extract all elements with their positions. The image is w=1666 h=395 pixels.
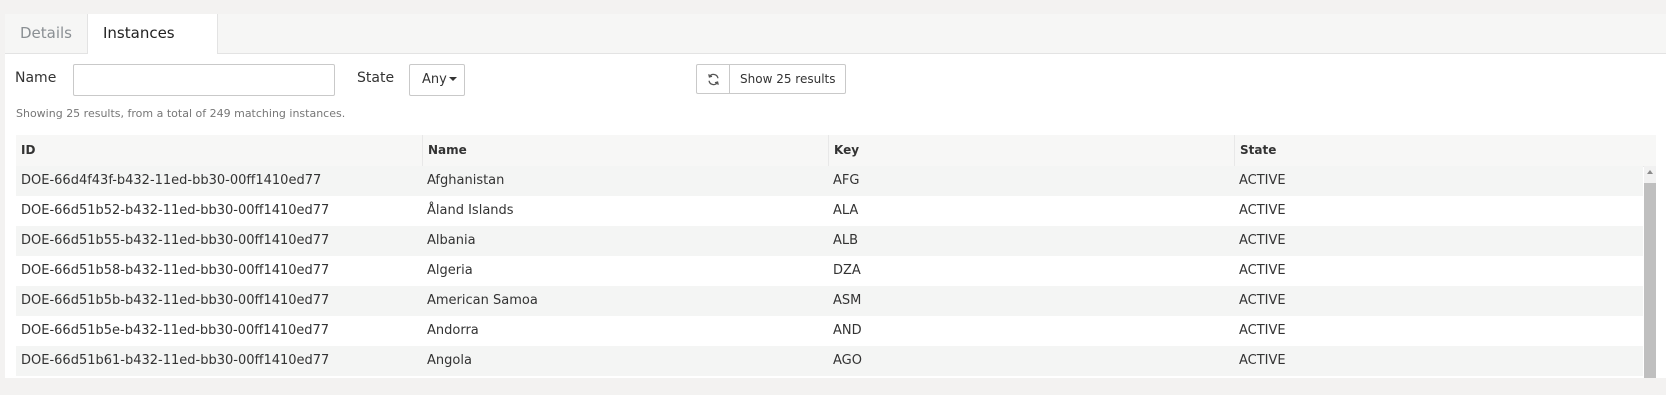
row-id-cell: DOE-66d51b55-b432-11ed-bb30-00ff1410ed77 [21,233,330,248]
row-key-cell: ALA [833,203,859,218]
name-filter-input[interactable] [73,64,335,96]
table-scrollbar[interactable] [1644,166,1656,378]
row-key-cell: AFG [833,173,860,188]
tab-instances-label: Instances [103,24,175,42]
row-id-cell: DOE-66d51b5e-b432-11ed-bb30-00ff1410ed77 [21,323,330,338]
row-key-cell: AGO [833,353,862,368]
scroll-up-arrow-icon[interactable] [1647,170,1653,174]
table-row[interactable]: DOE-66d51b55-b432-11ed-bb30-00ff1410ed77… [16,226,1643,256]
row-state-cell: ACTIVE [1239,323,1286,338]
table-row[interactable]: DOE-66d51b5b-b432-11ed-bb30-00ff1410ed77… [16,286,1643,316]
table-row[interactable]: DOE-66d51b58-b432-11ed-bb30-00ff1410ed77… [16,256,1643,286]
row-key-cell: DZA [833,263,861,278]
state-filter-select[interactable]: Any [409,64,465,96]
results-summary: Showing 25 results, from a total of 249 … [16,107,346,120]
show-results-button[interactable]: Show 25 results [730,64,847,94]
row-state-cell: ACTIVE [1239,353,1286,368]
row-id-cell: DOE-66d51b5b-b432-11ed-bb30-00ff1410ed77 [21,293,330,308]
results-button-group: Show 25 results [696,64,847,94]
row-name-cell: Åland Islands [427,203,514,218]
scrollbar-thumb[interactable] [1644,183,1656,378]
row-key-cell: ASM [833,293,862,308]
table-row[interactable]: DOE-66d51b61-b432-11ed-bb30-00ff1410ed77… [16,346,1643,376]
tab-bar: Details Instances249 [5,14,1666,80]
name-filter-label: Name [15,70,57,86]
row-key-cell: AND [833,323,862,338]
column-header-name[interactable]: Name [422,135,828,166]
tab-details-label: Details [20,24,73,42]
row-name-cell: Andorra [427,323,479,338]
column-header-id[interactable]: ID [16,135,422,166]
table-header: ID Name Key State [16,135,1656,167]
refresh-icon [707,73,719,85]
state-filter-value: Any [422,72,447,87]
row-name-cell: Algeria [427,263,473,278]
row-name-cell: Angola [427,353,472,368]
row-name-cell: American Samoa [427,293,538,308]
row-id-cell: DOE-66d51b52-b432-11ed-bb30-00ff1410ed77 [21,203,330,218]
tab-instances[interactable]: Instances249 [87,14,218,80]
column-header-key[interactable]: Key [828,135,1234,166]
row-name-cell: Albania [427,233,476,248]
table-row[interactable]: DOE-66d51b5e-b432-11ed-bb30-00ff1410ed77… [16,316,1643,346]
state-filter-label: State [357,70,395,86]
refresh-button[interactable] [696,64,730,94]
instances-panel: Details Instances249 Name State Any Show… [5,14,1666,378]
row-id-cell: DOE-66d4f43f-b432-11ed-bb30-00ff1410ed77 [21,173,322,188]
row-id-cell: DOE-66d51b58-b432-11ed-bb30-00ff1410ed77 [21,263,330,278]
row-state-cell: ACTIVE [1239,233,1286,248]
tab-details[interactable]: Details [5,14,87,53]
table-row[interactable]: DOE-66d51b52-b432-11ed-bb30-00ff1410ed77… [16,196,1643,226]
row-name-cell: Afghanistan [427,173,505,188]
row-state-cell: ACTIVE [1239,173,1286,188]
row-id-cell: DOE-66d51b61-b432-11ed-bb30-00ff1410ed77 [21,353,330,368]
row-state-cell: ACTIVE [1239,203,1286,218]
row-state-cell: ACTIVE [1239,263,1286,278]
row-state-cell: ACTIVE [1239,293,1286,308]
caret-down-icon [448,77,457,81]
table-row[interactable]: DOE-66d4f43f-b432-11ed-bb30-00ff1410ed77… [16,166,1643,196]
row-key-cell: ALB [833,233,859,248]
column-header-state[interactable]: State [1234,135,1656,166]
instances-table: ID Name Key State DOE-66d4f43f-b432-11ed… [16,135,1656,378]
